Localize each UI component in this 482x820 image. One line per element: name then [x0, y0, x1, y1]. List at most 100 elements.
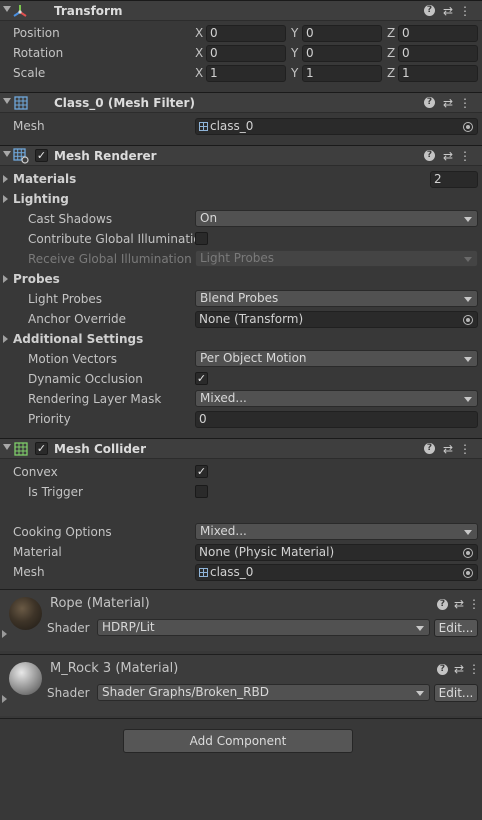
anchor-override-field[interactable]: None (Transform): [195, 311, 478, 328]
probes-foldout-icon[interactable]: [3, 275, 8, 283]
object-picker-icon[interactable]: [463, 315, 473, 325]
mesh-filter-header[interactable]: Class_0 (Mesh Filter) ? ⇄ ⋮: [0, 92, 482, 113]
materials-count-field[interactable]: 2: [430, 171, 478, 188]
transform-header[interactable]: Transform ? ⇄ ⋮: [0, 0, 482, 21]
shader-label: Shader: [47, 621, 90, 635]
additional-settings-label[interactable]: Additional Settings: [13, 331, 143, 347]
receive-gi-label: Receive Global Illumination: [28, 252, 192, 266]
contribute-gi-checkbox[interactable]: [195, 232, 208, 245]
additional-settings-foldout-icon[interactable]: [3, 335, 8, 343]
is-trigger-checkbox[interactable]: [195, 485, 208, 498]
presets-icon[interactable]: ⇄: [441, 96, 455, 110]
probes-label[interactable]: Probes: [13, 271, 60, 287]
anchor-override-label: Anchor Override: [28, 312, 127, 326]
help-icon[interactable]: ?: [424, 443, 435, 454]
lighting-foldout-icon[interactable]: [3, 195, 8, 203]
mesh-icon: [199, 122, 208, 131]
context-menu-icon[interactable]: ⋮: [458, 149, 472, 163]
edit-shader-button[interactable]: Edit...: [434, 619, 478, 637]
mesh-renderer-header[interactable]: ✓ Mesh Renderer ? ⇄ ⋮: [0, 145, 482, 166]
materials-foldout-icon[interactable]: [3, 175, 8, 183]
help-icon[interactable]: ?: [424, 97, 435, 108]
rendering-layer-mask-dropdown[interactable]: Mixed...: [195, 390, 478, 407]
motion-vectors-value: Per Object Motion: [200, 351, 307, 365]
presets-icon[interactable]: ⇄: [441, 442, 455, 456]
collider-material-field[interactable]: None (Physic Material): [195, 544, 478, 561]
motion-vectors-dropdown[interactable]: Per Object Motion: [195, 350, 478, 367]
lighting-label[interactable]: Lighting: [13, 191, 69, 207]
context-menu-icon[interactable]: ⋮: [458, 96, 472, 110]
position-z-field[interactable]: 0: [398, 25, 478, 42]
shader-dropdown[interactable]: HDRP/Lit: [97, 619, 430, 636]
scale-z-field[interactable]: 1: [398, 65, 478, 82]
rendering-layer-mask-label: Rendering Layer Mask: [28, 392, 162, 406]
add-component-button[interactable]: Add Component: [123, 729, 353, 753]
edit-shader-button[interactable]: Edit...: [434, 684, 478, 702]
chevron-down-icon: [464, 397, 472, 402]
material-foldout-icon[interactable]: [2, 630, 7, 638]
help-icon[interactable]: ?: [437, 664, 448, 675]
motion-vectors-label: Motion Vectors: [28, 352, 117, 366]
transform-title: Transform: [54, 4, 123, 18]
presets-icon[interactable]: ⇄: [452, 662, 466, 676]
help-icon[interactable]: ?: [424, 150, 435, 161]
axis-z-label[interactable]: Z: [387, 45, 395, 61]
axis-x-label[interactable]: X: [195, 45, 203, 61]
position-x-field[interactable]: 0: [206, 25, 286, 42]
foldout-arrow-icon[interactable]: [3, 151, 11, 157]
rotation-z-field[interactable]: 0: [398, 45, 478, 62]
foldout-arrow-icon[interactable]: [3, 444, 11, 450]
context-menu-icon[interactable]: ⋮: [467, 597, 481, 611]
help-icon[interactable]: ?: [424, 5, 435, 16]
shader-label: Shader: [47, 686, 90, 700]
context-menu-icon[interactable]: ⋮: [458, 4, 472, 18]
mesh-renderer-title: Mesh Renderer: [54, 149, 157, 163]
rotation-x-field[interactable]: 0: [206, 45, 286, 62]
collider-mesh-label: Mesh: [13, 565, 45, 579]
convex-checkbox[interactable]: ✓: [195, 465, 208, 478]
dynamic-occlusion-checkbox[interactable]: ✓: [195, 372, 208, 385]
chevron-down-icon: [464, 257, 472, 262]
axis-x-label[interactable]: X: [195, 25, 203, 41]
chevron-down-icon: [416, 691, 424, 696]
object-picker-icon[interactable]: [463, 548, 473, 558]
priority-field[interactable]: 0: [195, 411, 478, 428]
axis-y-label[interactable]: Y: [291, 45, 298, 61]
mesh-collider-enabled-checkbox[interactable]: ✓: [35, 442, 48, 455]
axis-y-label[interactable]: Y: [291, 65, 298, 81]
object-picker-icon[interactable]: [463, 568, 473, 578]
help-icon[interactable]: ?: [437, 599, 448, 610]
context-menu-icon[interactable]: ⋮: [467, 662, 481, 676]
context-menu-icon[interactable]: ⋮: [458, 442, 472, 456]
rotation-y-field[interactable]: 0: [302, 45, 382, 62]
cooking-options-label: Cooking Options: [13, 525, 112, 539]
scale-y-field[interactable]: 1: [302, 65, 382, 82]
foldout-arrow-icon[interactable]: [3, 6, 11, 12]
scale-label: Scale: [13, 66, 46, 80]
transform-icon: [13, 5, 27, 17]
axis-z-label[interactable]: Z: [387, 65, 395, 81]
materials-label[interactable]: Materials: [13, 171, 76, 187]
mesh-renderer-enabled-checkbox[interactable]: ✓: [35, 149, 48, 162]
position-y-field[interactable]: 0: [302, 25, 382, 42]
shader-dropdown[interactable]: Shader Graphs/Broken_RBD: [97, 684, 430, 701]
light-probes-dropdown[interactable]: Blend Probes: [195, 290, 478, 307]
shader-value: HDRP/Lit: [102, 620, 155, 634]
scale-x-field[interactable]: 1: [206, 65, 286, 82]
cooking-options-dropdown[interactable]: Mixed...: [195, 523, 478, 540]
mesh-object-field[interactable]: class_0: [195, 118, 478, 135]
mesh-collider-header[interactable]: ✓ Mesh Collider ? ⇄ ⋮: [0, 438, 482, 459]
material-foldout-icon[interactable]: [2, 695, 7, 703]
cast-shadows-dropdown[interactable]: On: [195, 210, 478, 227]
object-picker-icon[interactable]: [463, 122, 473, 132]
axis-x-label[interactable]: X: [195, 65, 203, 81]
collider-mesh-field[interactable]: class_0: [195, 564, 478, 581]
presets-icon[interactable]: ⇄: [441, 4, 455, 18]
material-preview-thumbnail: [9, 597, 42, 630]
presets-icon[interactable]: ⇄: [452, 597, 466, 611]
axis-y-label[interactable]: Y: [291, 25, 298, 41]
foldout-arrow-icon[interactable]: [3, 98, 11, 104]
presets-icon[interactable]: ⇄: [441, 149, 455, 163]
axis-z-label[interactable]: Z: [387, 25, 395, 41]
inspector-panel: Transform ? ⇄ ⋮ Position X 0 Y 0 Z 0 Rot…: [0, 0, 482, 820]
